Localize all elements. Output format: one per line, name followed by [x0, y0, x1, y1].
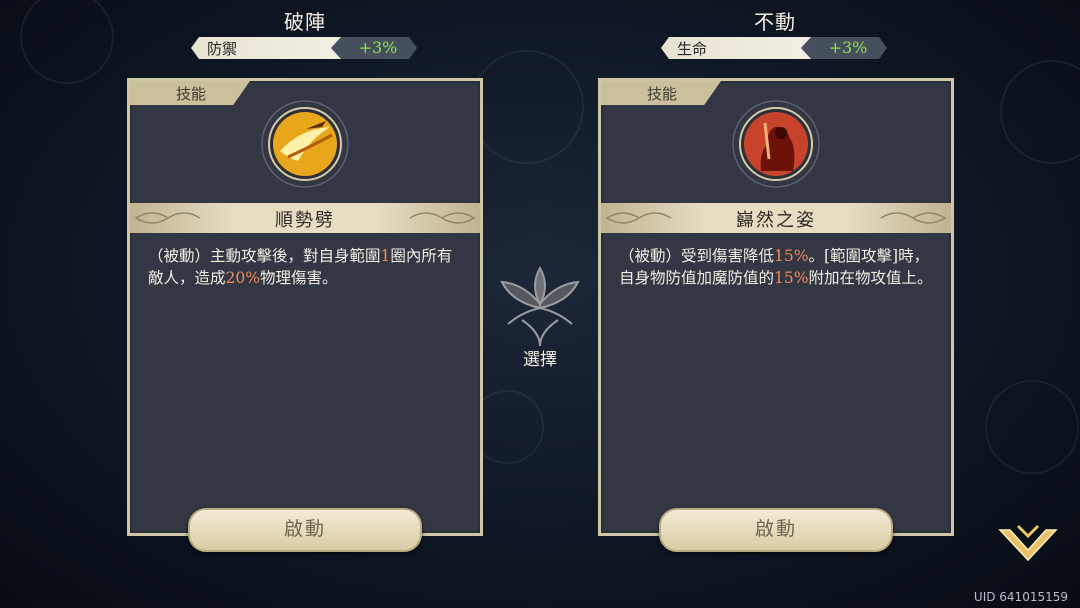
left-stat-value: +3%	[358, 38, 398, 57]
right-stat-name: 生命	[677, 40, 708, 58]
right-stat-value: +3%	[828, 38, 868, 57]
background-ring	[470, 50, 584, 164]
left-skill-description: （被動）主動攻擊後，對自身範圍1圈內所有敵人，造成20%物理傷害。	[148, 247, 453, 287]
background-ring	[985, 380, 1079, 474]
select-label[interactable]: 選擇	[500, 345, 580, 370]
red-warrior-icon	[732, 100, 820, 188]
left-panel-title: 破陣	[284, 10, 326, 34]
right-skill-description: （被動）受到傷害降低15%。[範圍攻擊]時，自身物防值加魔防值的15%附加在物攻…	[619, 247, 933, 287]
left-stat-bar: 防禦 +3%	[191, 37, 417, 59]
background-ring	[20, 0, 114, 84]
lotus-emblem-icon[interactable]	[496, 262, 584, 350]
right-activate-button[interactable]: 啟動	[659, 508, 893, 552]
right-panel-title: 不動	[754, 10, 796, 34]
left-stat-name: 防禦	[207, 40, 238, 58]
right-skill-tab: 技能	[601, 81, 721, 105]
left-skill-card[interactable]: 技能 順勢劈 （被動）主動攻擊後，對自身範圍1圈內所有敵人，造成20%物理傷害。	[127, 78, 483, 536]
left-activate-button[interactable]: 啟動	[188, 508, 422, 552]
right-skill-name-band: 巋然之姿	[601, 203, 951, 233]
user-id: UID 641015159	[973, 590, 1068, 604]
left-skill-tab: 技能	[130, 81, 250, 105]
chevron-down-icon[interactable]	[996, 520, 1060, 572]
background-ring	[1000, 60, 1080, 164]
right-stat-bar: 生命 +3%	[661, 37, 887, 59]
right-skill-card[interactable]: 技能 巋然之姿 （被動）受到傷害降低15%。[範圍攻擊]時，自身物防值加魔防值的…	[598, 78, 954, 536]
golden-slash-icon	[261, 100, 349, 188]
right-skill-name: 巋然之姿	[736, 210, 816, 231]
left-skill-name-band: 順勢劈	[130, 203, 480, 233]
left-skill-name: 順勢劈	[275, 210, 335, 231]
